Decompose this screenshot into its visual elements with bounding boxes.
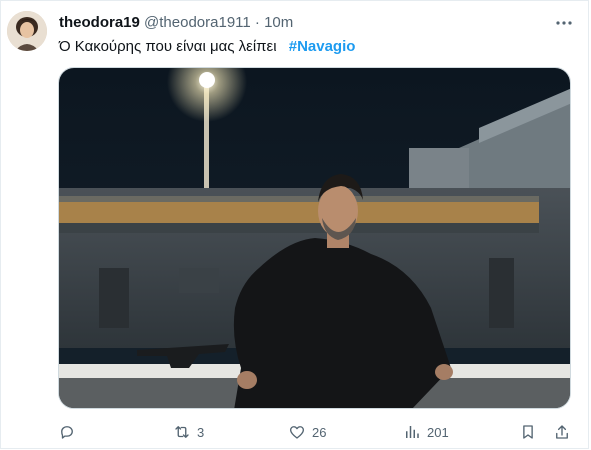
bookmark-icon — [523, 425, 533, 439]
avatar[interactable] — [7, 11, 47, 51]
analytics-icon — [406, 426, 419, 438]
share-icon — [556, 425, 568, 439]
reply-icon — [61, 426, 73, 439]
views-count: 201 — [427, 424, 449, 440]
heart-icon — [289, 426, 305, 439]
more-options-button[interactable] — [552, 13, 576, 33]
tweet-actions: 3 26 201 — [1, 419, 590, 445]
tweet-time[interactable]: 10m — [264, 14, 293, 31]
like-button[interactable]: 26 — [288, 422, 326, 442]
views-button[interactable]: 201 — [403, 422, 449, 442]
retweet-count: 3 — [197, 424, 205, 440]
retweet-button[interactable]: 3 — [173, 422, 204, 442]
share-button[interactable] — [553, 422, 571, 442]
photo-night-ship-man — [59, 68, 570, 408]
tweet-header: theodora19 @theodora1911 · 10m — [59, 14, 293, 32]
hashtag-link[interactable]: #Navagio — [289, 38, 356, 55]
tweet-text: Ό Κακούρης που είναι μας λείπει #Navagio — [59, 37, 355, 56]
reply-button[interactable] — [58, 422, 82, 442]
display-name[interactable]: theodora19 — [59, 14, 140, 31]
like-count: 26 — [312, 424, 327, 440]
avatar-image — [7, 11, 47, 51]
tweet-media-image[interactable] — [58, 67, 571, 409]
separator: · — [254, 14, 260, 31]
retweet-icon — [175, 426, 189, 438]
tweet-card[interactable]: theodora19 @theodora1911 · 10m Ό Κακούρη… — [0, 0, 589, 449]
user-handle[interactable]: @theodora1911 — [144, 14, 251, 31]
more-dots-icon — [556, 21, 572, 25]
tweet-body: Ό Κακούρης που είναι μας λείπει — [59, 38, 277, 55]
bookmark-button[interactable] — [519, 422, 537, 442]
